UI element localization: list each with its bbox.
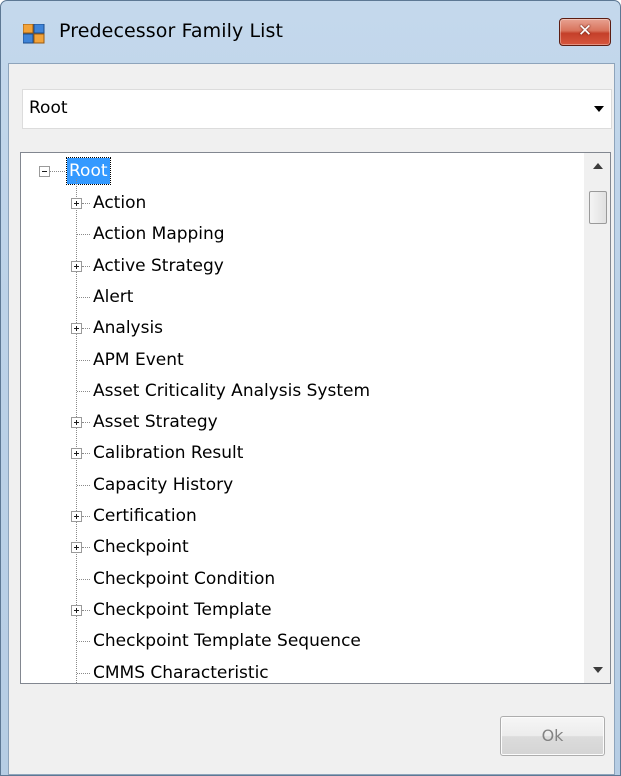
tree-node-label[interactable]: Checkpoint Template bbox=[93, 597, 272, 623]
tree-node-label[interactable]: Analysis bbox=[93, 315, 163, 341]
vertical-scrollbar[interactable] bbox=[584, 153, 611, 683]
expand-icon[interactable] bbox=[71, 542, 82, 553]
tree-node[interactable]: Checkpoint bbox=[21, 534, 581, 562]
tree-node[interactable]: CMMS Characteristic bbox=[21, 660, 581, 683]
title-bar[interactable]: Predecessor Family List ✕ bbox=[1, 1, 620, 63]
combobox-value: Root bbox=[29, 98, 68, 118]
expand-icon[interactable] bbox=[71, 261, 82, 272]
close-icon: ✕ bbox=[577, 21, 593, 41]
family-tree[interactable]: Root Action Action Mapping Active Strategy… bbox=[20, 152, 611, 684]
tree-node[interactable]: Certification bbox=[21, 503, 581, 531]
tree-node-label[interactable]: CMMS Characteristic bbox=[93, 660, 269, 683]
expand-icon[interactable] bbox=[71, 605, 82, 616]
tree-node-label[interactable]: Action Mapping bbox=[93, 221, 225, 247]
expand-icon[interactable] bbox=[71, 323, 82, 334]
tree-node[interactable]: Active Strategy bbox=[21, 253, 581, 281]
tree-root-node[interactable]: Root bbox=[21, 157, 581, 186]
tree-node[interactable]: Asset Criticality Analysis System bbox=[21, 378, 581, 406]
expand-icon[interactable] bbox=[71, 448, 82, 459]
dialog-window: Predecessor Family List ✕ Root Root Acti… bbox=[0, 0, 621, 776]
ok-button[interactable]: Ok bbox=[500, 716, 605, 756]
tree-node-label[interactable]: Action bbox=[93, 190, 146, 216]
tree-node-label[interactable]: Certification bbox=[93, 503, 197, 529]
tree-node-label[interactable]: Alert bbox=[93, 284, 133, 310]
expand-icon[interactable] bbox=[71, 198, 82, 209]
app-window-icon bbox=[23, 24, 45, 44]
expand-icon[interactable] bbox=[71, 417, 82, 428]
family-combobox[interactable]: Root bbox=[22, 89, 612, 129]
tree-node-label[interactable]: Checkpoint Template Sequence bbox=[93, 628, 361, 654]
dialog-body: Root Root Action Action Mapping Active Str… bbox=[8, 63, 615, 775]
tree-node-label[interactable]: Asset Strategy bbox=[93, 409, 218, 435]
collapse-icon[interactable] bbox=[39, 166, 50, 177]
tree-node-label[interactable]: Active Strategy bbox=[93, 253, 224, 279]
tree-node[interactable]: Action Mapping bbox=[21, 221, 581, 249]
ok-button-label: Ok bbox=[541, 726, 564, 745]
tree-node[interactable]: APM Event bbox=[21, 347, 581, 375]
tree-node-label[interactable]: Asset Criticality Analysis System bbox=[93, 378, 370, 404]
tree-node[interactable]: Capacity History bbox=[21, 472, 581, 500]
scroll-down-icon[interactable] bbox=[585, 657, 611, 683]
tree-node[interactable]: Checkpoint Template bbox=[21, 597, 581, 625]
tree-node-label[interactable]: Checkpoint bbox=[93, 534, 189, 560]
tree-node[interactable]: Alert bbox=[21, 284, 581, 312]
tree-node-label[interactable]: Calibration Result bbox=[93, 440, 243, 466]
expand-icon[interactable] bbox=[71, 511, 82, 522]
tree-node-label[interactable]: APM Event bbox=[93, 347, 184, 373]
tree-node[interactable]: Checkpoint Template Sequence bbox=[21, 628, 581, 656]
close-button[interactable]: ✕ bbox=[559, 18, 611, 46]
tree-node[interactable]: Action bbox=[21, 190, 581, 218]
tree-node[interactable]: Calibration Result bbox=[21, 440, 581, 468]
window-title: Predecessor Family List bbox=[59, 20, 284, 42]
tree-node[interactable]: Analysis bbox=[21, 315, 581, 343]
tree-node-label[interactable]: Capacity History bbox=[93, 472, 233, 498]
tree-node-label[interactable]: Checkpoint Condition bbox=[93, 566, 275, 592]
tree-node[interactable]: Asset Strategy bbox=[21, 409, 581, 437]
scrollbar-thumb[interactable] bbox=[589, 191, 607, 224]
tree-root-label[interactable]: Root bbox=[66, 157, 111, 185]
chevron-down-icon[interactable] bbox=[591, 101, 607, 117]
scroll-up-icon[interactable] bbox=[585, 153, 611, 179]
tree-node[interactable]: Checkpoint Condition bbox=[21, 566, 581, 594]
